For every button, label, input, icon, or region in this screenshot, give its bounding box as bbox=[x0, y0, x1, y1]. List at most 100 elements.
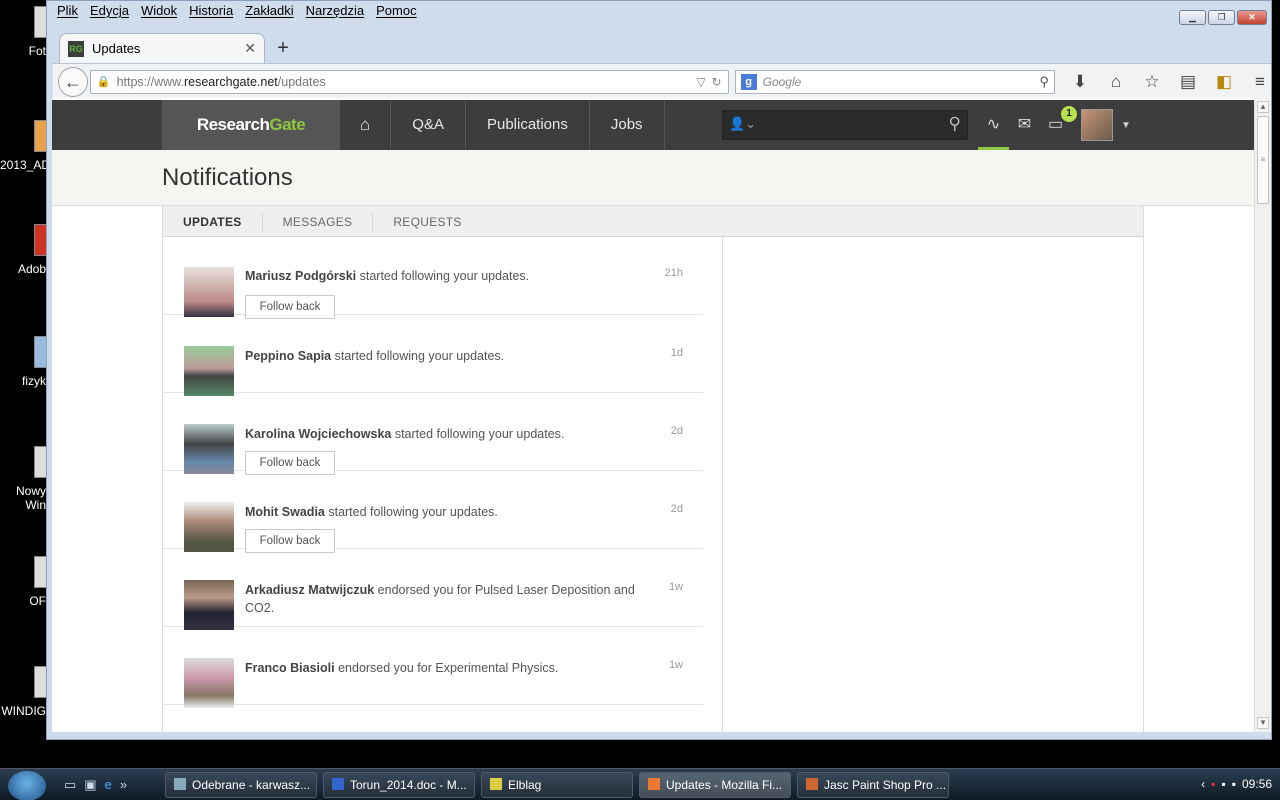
rg-search-input[interactable]: 👤⌄ ⚲ bbox=[722, 110, 968, 140]
url-text[interactable]: https://www.researchgate.net/updates bbox=[117, 75, 691, 89]
desktop-icon-label: Nowy bbox=[15, 484, 46, 498]
tray-expand-icon[interactable]: ‹ bbox=[1201, 777, 1205, 791]
user-name-link[interactable]: Mohit Swadia bbox=[245, 505, 325, 519]
menu-bookmarks[interactable]: Zakładki bbox=[245, 3, 293, 23]
list-item: Arkadiusz Matwijczuk endorsed you for Pu… bbox=[163, 549, 703, 630]
start-button[interactable] bbox=[8, 771, 46, 800]
show-desktop-icon[interactable]: ▭ bbox=[64, 777, 76, 793]
task-item[interactable]: Odebrane - karwasz... bbox=[165, 772, 317, 798]
researchgate-logo[interactable]: ResearchGate bbox=[162, 100, 340, 150]
notifications-chat-icon[interactable]: ▭ 1 bbox=[1040, 100, 1077, 150]
paint-shop-icon bbox=[806, 778, 818, 790]
nav-publications[interactable]: Publications bbox=[466, 100, 590, 150]
scroll-thumb[interactable]: ≡ bbox=[1257, 116, 1269, 204]
nav-home-icon[interactable]: ⌂ bbox=[340, 100, 392, 150]
url-dropdown-icon[interactable]: ▽ bbox=[696, 75, 705, 89]
switch-windows-icon[interactable]: ▣ bbox=[84, 777, 96, 793]
volume-tray-icon[interactable]: ▪ bbox=[1232, 777, 1236, 791]
quick-launch: ▭ ▣ e » bbox=[64, 777, 127, 793]
avatar[interactable] bbox=[184, 580, 234, 630]
window-controls: ▁ ❐ ✕ bbox=[1179, 10, 1267, 25]
user-name-link[interactable]: Franco Biasioli bbox=[245, 661, 335, 675]
avatar[interactable] bbox=[184, 267, 234, 317]
desktop-icon-6[interactable]: OF bbox=[0, 556, 48, 608]
close-tab-icon[interactable]: ✕ bbox=[244, 40, 256, 57]
tab-messages[interactable]: MESSAGES bbox=[263, 213, 374, 231]
menu-history[interactable]: Historia bbox=[189, 3, 233, 23]
internet-explorer-icon[interactable]: e bbox=[105, 777, 112, 793]
clock[interactable]: 09:56 bbox=[1242, 777, 1272, 791]
bookmark-star-icon[interactable]: ☆ bbox=[1141, 72, 1163, 92]
notification-text: Mohit Swadia started following your upda… bbox=[245, 503, 645, 521]
avatar[interactable] bbox=[184, 658, 234, 708]
list-item: Mariusz Podgórski started following your… bbox=[163, 237, 703, 319]
maximize-button[interactable]: ❐ bbox=[1208, 10, 1235, 25]
network-tray-icon[interactable]: ▪ bbox=[1221, 777, 1225, 791]
desktop-icon-1[interactable]: Fot bbox=[0, 6, 48, 58]
user-name-link[interactable]: Mariusz Podgórski bbox=[245, 269, 356, 283]
user-avatar[interactable] bbox=[1081, 109, 1113, 141]
researchgate-favicon: RG bbox=[68, 40, 84, 57]
notification-action: started following your updates. bbox=[356, 269, 530, 283]
tab-updates[interactable]: UPDATES bbox=[163, 213, 263, 231]
minimize-button[interactable]: ▁ bbox=[1179, 10, 1206, 25]
desktop-icon-5[interactable]: Nowy Win bbox=[0, 446, 48, 512]
tab-updates[interactable]: RG Updates ✕ bbox=[59, 33, 265, 63]
notification-action: endorsed you for Experimental Physics. bbox=[334, 661, 559, 675]
task-item[interactable]: Elblag bbox=[481, 772, 633, 798]
user-name-link[interactable]: Peppino Sapia bbox=[245, 349, 331, 363]
notification-text: Peppino Sapia started following your upd… bbox=[245, 347, 645, 365]
reload-icon[interactable]: ↻ bbox=[712, 75, 722, 89]
mail-app-icon bbox=[174, 778, 186, 790]
pdf-tray-icon[interactable]: ▪ bbox=[1211, 777, 1215, 791]
header-icons: ∿ ✉ ▭ 1 ▼ bbox=[978, 100, 1131, 150]
download-icon[interactable]: ⬇ bbox=[1069, 72, 1091, 92]
search-bar[interactable]: g Google ⚲ bbox=[734, 69, 1055, 94]
search-icon[interactable]: ⚲ bbox=[949, 114, 961, 134]
user-name-link[interactable]: Karolina Wojciechowska bbox=[245, 427, 391, 441]
new-tab-button[interactable]: + bbox=[271, 36, 295, 60]
activity-icon[interactable]: ∿ bbox=[978, 100, 1009, 150]
menu-hamburger-icon[interactable]: ≡ bbox=[1249, 72, 1271, 92]
desktop-icon-label: OF bbox=[29, 594, 46, 608]
task-item[interactable]: Torun_2014.doc - M... bbox=[323, 772, 475, 798]
messages-envelope-icon[interactable]: ✉ bbox=[1009, 100, 1040, 150]
menu-view[interactable]: Widok bbox=[141, 3, 177, 23]
page-scrollbar[interactable]: ▲ ≡ ▼ bbox=[1254, 98, 1271, 732]
chevron-down-icon[interactable]: ▼ bbox=[1121, 120, 1131, 131]
avatar[interactable] bbox=[184, 424, 234, 474]
avatar[interactable] bbox=[184, 346, 234, 396]
desktop-icon-7[interactable]: WINDIG bbox=[0, 666, 48, 718]
column-divider bbox=[722, 237, 723, 732]
menu-help[interactable]: Pomoc bbox=[376, 3, 416, 23]
url-bar[interactable]: 🔒 https://www.researchgate.net/updates ▽… bbox=[89, 69, 729, 94]
menu-edit[interactable]: Edycja bbox=[90, 3, 129, 23]
timestamp: 2d bbox=[670, 425, 683, 437]
task-item-active[interactable]: Updates - Mozilla Fi... bbox=[639, 772, 791, 798]
nav-qa[interactable]: Q&A bbox=[391, 100, 466, 150]
bookmarks-list-icon[interactable]: ▤ bbox=[1177, 72, 1199, 92]
search-icon[interactable]: ⚲ bbox=[1039, 74, 1049, 90]
desktop-icon-4[interactable]: fizyk bbox=[0, 336, 48, 388]
desktop-icon-label: fizyk bbox=[22, 374, 46, 388]
user-name-link[interactable]: Arkadiusz Matwijczuk bbox=[245, 583, 374, 597]
google-engine-icon[interactable]: g bbox=[740, 73, 757, 90]
addon-icon[interactable]: ◧ bbox=[1213, 72, 1235, 92]
nav-jobs[interactable]: Jobs bbox=[590, 100, 665, 150]
desktop-icon-3[interactable]: Adob bbox=[0, 224, 48, 276]
notification-badge: 1 bbox=[1061, 106, 1077, 122]
scroll-down-arrow[interactable]: ▼ bbox=[1257, 717, 1269, 729]
timestamp: 1d bbox=[670, 347, 683, 359]
home-icon[interactable]: ⌂ bbox=[1105, 72, 1127, 92]
back-button[interactable]: ← bbox=[58, 66, 88, 97]
tab-requests[interactable]: REQUESTS bbox=[373, 213, 481, 231]
close-window-button[interactable]: ✕ bbox=[1237, 10, 1267, 25]
avatar[interactable] bbox=[184, 502, 234, 552]
person-filter-icon[interactable]: 👤⌄ bbox=[729, 116, 756, 132]
desktop-icon-2[interactable]: 2013_AD bbox=[0, 120, 48, 172]
overflow-chevron-icon[interactable]: » bbox=[120, 777, 127, 793]
menu-file[interactable]: Plik bbox=[57, 3, 78, 23]
task-item[interactable]: Jasc Paint Shop Pro ... bbox=[797, 772, 949, 798]
menu-tools[interactable]: Narzędzia bbox=[306, 3, 365, 23]
scroll-up-arrow[interactable]: ▲ bbox=[1257, 101, 1269, 113]
